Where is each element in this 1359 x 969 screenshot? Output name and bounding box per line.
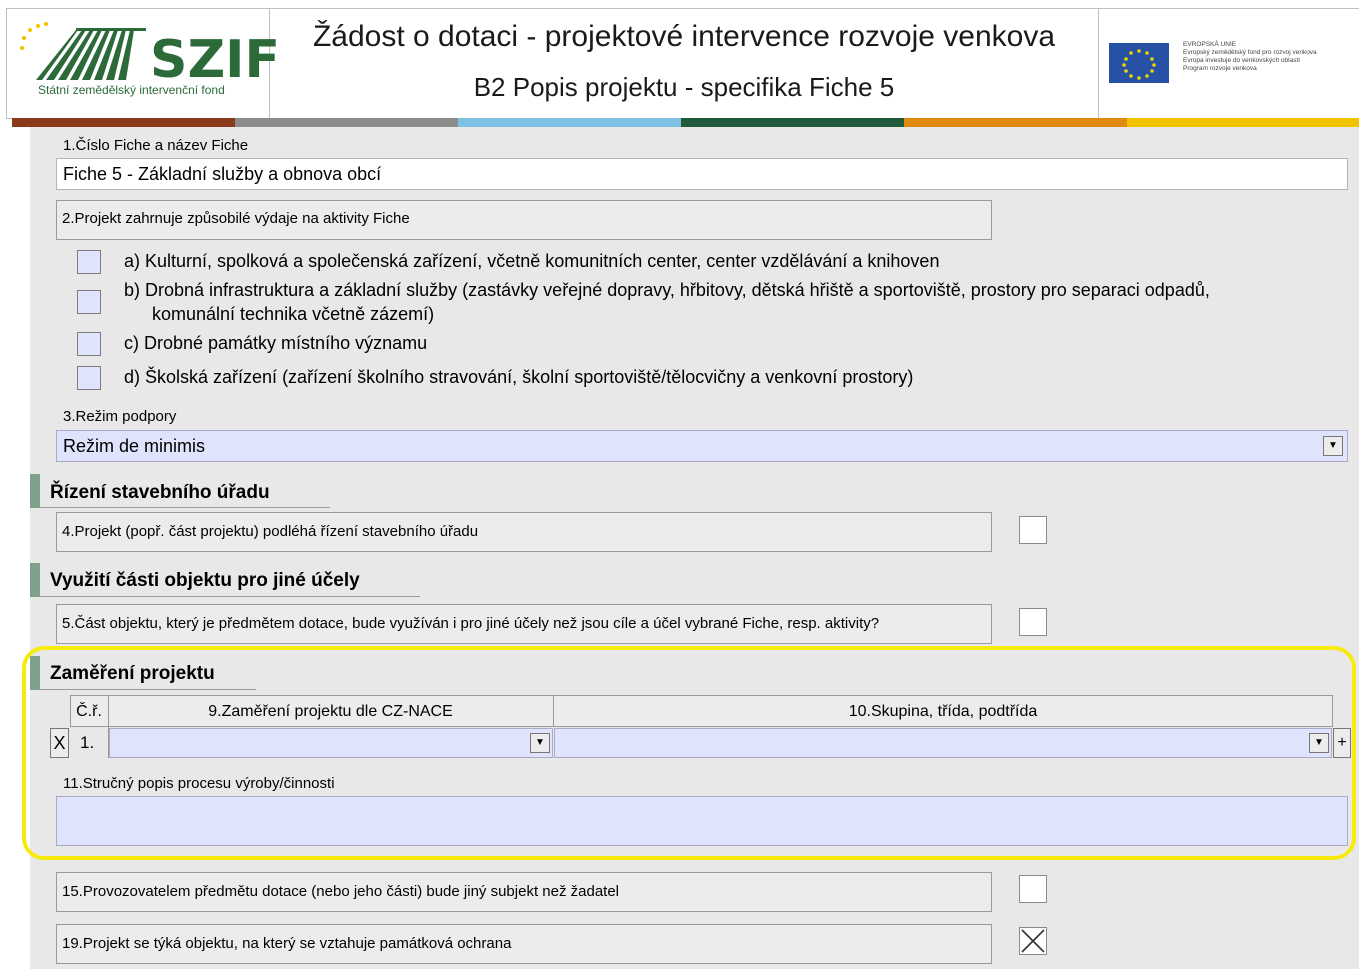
- activity-c-checkbox[interactable]: [77, 332, 101, 356]
- monument-protection-checkbox[interactable]: [1019, 927, 1047, 955]
- q19-label: 19.Projekt se týká objektu, na který se …: [62, 935, 512, 952]
- q5-label: 5.Část objektu, který je předmětem dotac…: [62, 615, 880, 632]
- q3-label: 3.Režim podpory: [63, 408, 177, 425]
- q19-label-box: 19.Projekt se týká objektu, na který se …: [56, 924, 992, 964]
- q15-label-box: 15.Provozovatelem předmětu dotace (nebo …: [56, 872, 992, 912]
- activity-a-label: a) Kulturní, spolková a společenská zaří…: [124, 251, 940, 271]
- szif-field-graphic: [20, 22, 146, 80]
- triangle-down-icon[interactable]: ▼: [1323, 436, 1343, 456]
- section-building-title: Řízení stavebního úřadu: [50, 482, 270, 503]
- color-strip-segment: [1127, 118, 1359, 127]
- eu-line: Evropa investuje do venkovských oblastí: [1183, 57, 1301, 64]
- page-title: Žádost o dotaci - projektové intervence …: [312, 20, 1056, 53]
- support-regime-select[interactable]: Režim de minimis ▼: [56, 430, 1348, 462]
- q4-label-box: 4.Projekt (popř. část projektu) podléhá …: [56, 512, 992, 552]
- eu-line: Evropský zemědělský fond pro rozvoj venk…: [1183, 49, 1317, 56]
- activity-b-checkbox[interactable]: [77, 290, 101, 314]
- checkmark-x-icon: [1021, 929, 1045, 953]
- section-other-use-title: Využití části objektu pro jiné účely: [50, 570, 360, 591]
- eu-logo: EVROPSKÁ UNIE Evropský zemědělský fond p…: [1098, 8, 1359, 119]
- q1-label: 1.Číslo Fiche a název Fiche: [63, 137, 249, 154]
- highlight-outline: [22, 646, 1356, 860]
- page-subtitle: B2 Popis projektu - specifika Fiche 5: [473, 72, 895, 102]
- activity-d-label: d) Školská zařízení (zařízení školního s…: [124, 367, 914, 387]
- color-strip-segment: [12, 118, 235, 127]
- activity-a-checkbox[interactable]: [77, 250, 101, 274]
- section-marker: [30, 474, 40, 508]
- color-strip-segment: [235, 118, 458, 127]
- szif-logo-text: SZIF: [150, 30, 281, 90]
- eu-line: EVROPSKÁ UNIE: [1183, 41, 1237, 48]
- section-underline: [40, 596, 420, 597]
- operator-checkbox[interactable]: [1019, 875, 1047, 903]
- q5-label-box: 5.Část objektu, který je předmětem dotac…: [56, 604, 992, 644]
- q2-label-box: 2.Projekt zahrnuje způsobilé výdaje na a…: [56, 200, 992, 240]
- building-office-checkbox[interactable]: [1019, 516, 1047, 544]
- activity-c-label: c) Drobné památky místního významu: [124, 333, 428, 353]
- color-strip-segment: [458, 118, 681, 127]
- fiche-field: Fiche 5 - Základní služby a obnova obcí: [56, 158, 1348, 190]
- szif-logo-subtitle: Státní zemědělský intervenční fond: [38, 83, 225, 97]
- eu-flag-icon: [1109, 43, 1169, 83]
- activity-d-checkbox[interactable]: [77, 366, 101, 390]
- section-marker: [30, 563, 40, 597]
- q15-label: 15.Provozovatelem předmětu dotace (nebo …: [62, 883, 619, 900]
- eu-text: EVROPSKÁ UNIE Evropský zemědělský fond p…: [1183, 41, 1317, 73]
- eu-line: Program rozvoje venkova: [1183, 65, 1257, 72]
- section-underline: [40, 507, 330, 508]
- activity-b-label-line2: komunální technika včetně zázemí): [152, 304, 435, 324]
- szif-logo: SZIF Státní zemědělský intervenční fond: [6, 8, 280, 119]
- color-strip-segment: [681, 118, 904, 127]
- activity-b-label: b) Drobná infrastruktura a základní služ…: [124, 280, 1210, 300]
- q2-label: 2.Projekt zahrnuje způsobilé výdaje na a…: [62, 210, 410, 227]
- fiche-value: Fiche 5 - Základní služby a obnova obcí: [63, 164, 382, 184]
- support-regime-value: Režim de minimis: [63, 436, 206, 456]
- color-strip-segment: [904, 118, 1127, 127]
- other-use-checkbox[interactable]: [1019, 608, 1047, 636]
- q4-label: 4.Projekt (popř. část projektu) podléhá …: [62, 523, 479, 540]
